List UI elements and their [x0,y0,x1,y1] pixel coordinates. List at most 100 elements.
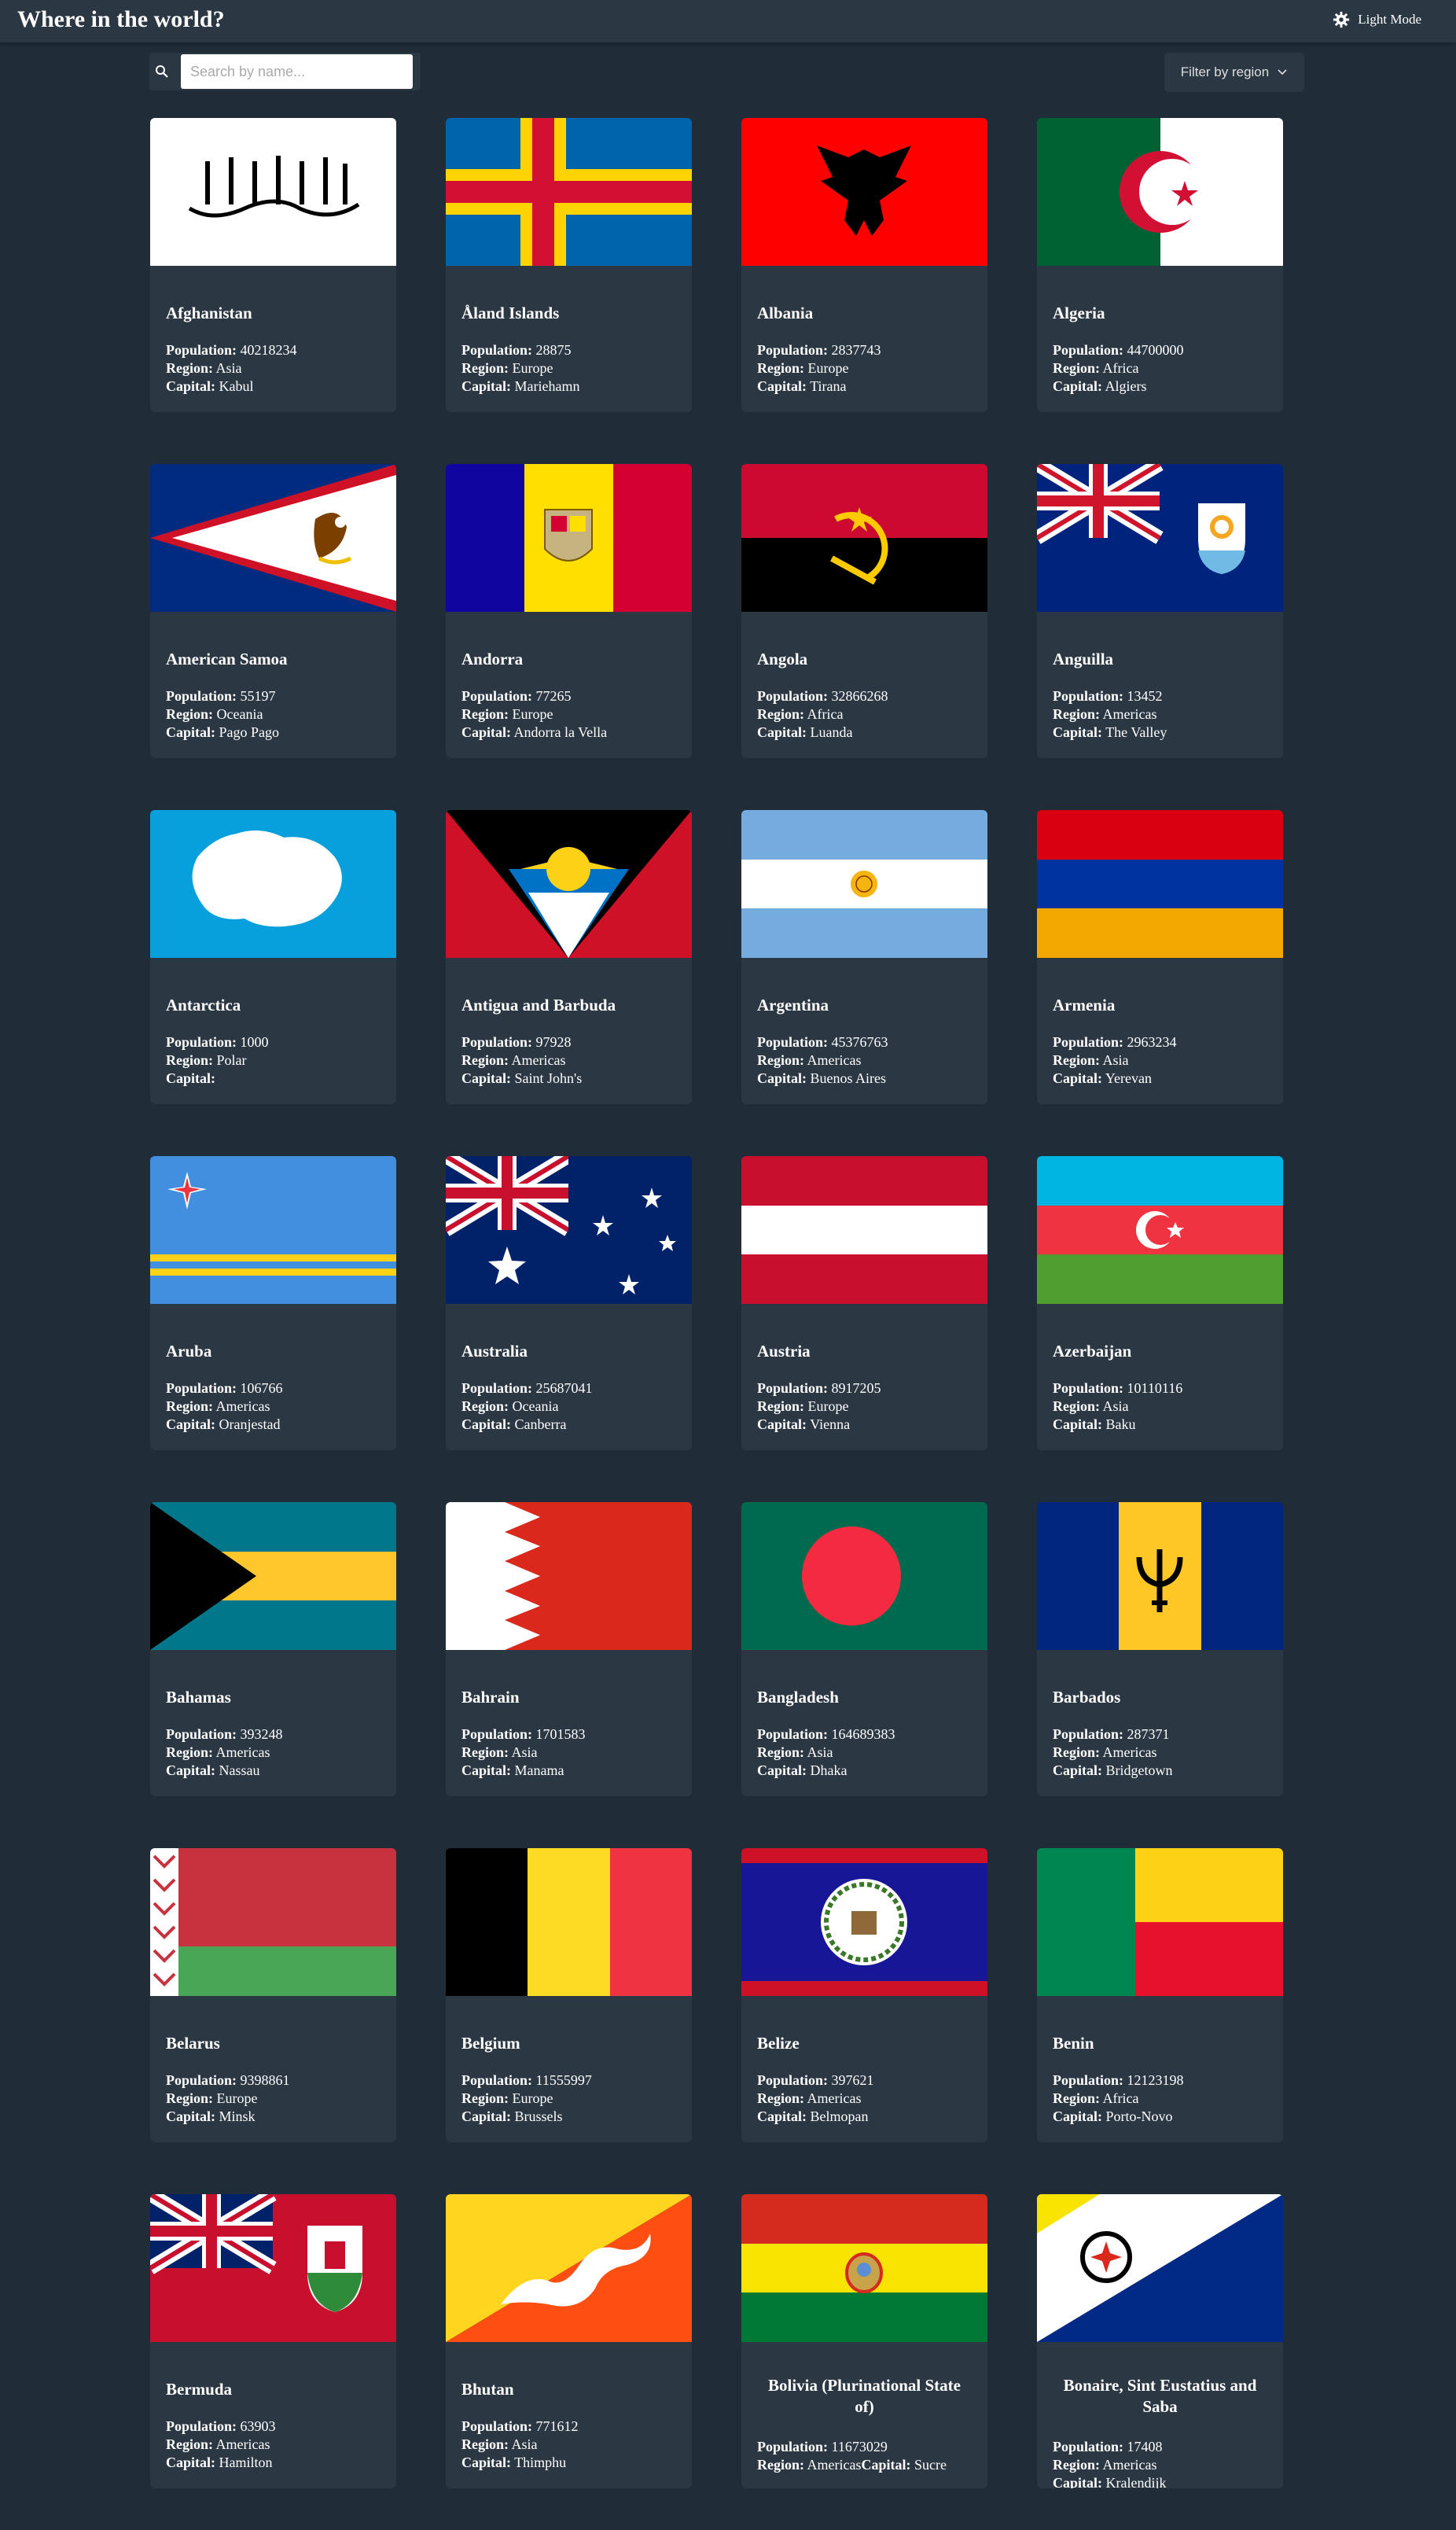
country-name: Aruba [166,1342,212,1361]
country-card[interactable]: Armenia Population: 2963234 Region: Asia… [1037,810,1283,1104]
country-card[interactable]: Andorra Population: 77265 Region: Europe… [446,464,692,758]
region-row: Region: Americas [166,1398,283,1416]
country-info: Population: 8917205 Region: Europe Capit… [757,1379,881,1434]
country-flag [446,1156,692,1304]
search-input[interactable] [181,54,413,89]
population-value: 44700000 [1127,342,1184,358]
population-value: 2837743 [831,342,881,358]
capital-value: Canberra [514,1416,567,1432]
gear-icon [1333,11,1350,28]
region-filter-label: Filter by region [1180,64,1270,79]
region-label: Region: [461,360,509,376]
country-card[interactable]: Aruba Population: 106766 Region: America… [150,1156,396,1450]
capital-label: Capital: [1053,2475,1102,2488]
country-name: Bahrain [461,1688,520,1707]
country-card[interactable]: Åland Islands Population: 28875 Region: … [446,118,692,412]
country-name: Åland Islands [461,304,560,322]
region-value: Europe [512,2090,553,2106]
population-label: Population: [1053,1034,1124,1050]
country-info: Population: 164689383 Region: Asia Capit… [757,1725,895,1780]
country-name: Antigua and Barbuda [461,996,616,1015]
region-filter-dropdown[interactable]: Filter by region [1164,53,1304,92]
country-card[interactable]: Bahrain Population: 1701583 Region: Asia… [446,1502,692,1796]
country-card[interactable]: Bahamas Population: 393248 Region: Ameri… [150,1502,396,1796]
country-card[interactable]: Bermuda Population: 63903 Region: Americ… [150,2194,396,2488]
country-card[interactable]: Australia Population: 25687041 Region: O… [446,1156,692,1450]
population-row: Population: 164689383 [757,1725,895,1744]
capital-row: Capital: Andorra la Vella [461,724,607,742]
country-card[interactable]: Belize Population: 397621 Region: Americ… [741,1848,987,2142]
country-flag [150,1848,396,1996]
region-label: Region: [461,2090,509,2106]
country-card[interactable]: Bonaire, Sint Eustatius and Saba Populat… [1037,2194,1283,2488]
search-icon[interactable] [154,64,170,79]
capital-row: Capital: Thimphu [461,2454,579,2472]
country-card[interactable]: Azerbaijan Population: 10110116 Region: … [1037,1156,1283,1450]
country-flag [741,810,987,958]
population-label: Population: [461,1034,533,1050]
country-card[interactable]: Afghanistan Population: 40218234 Region:… [150,118,396,412]
country-card[interactable]: Albania Population: 2837743 Region: Euro… [741,118,987,412]
region-value: Asia [215,360,242,376]
capital-row: Capital: Brussels [461,2108,592,2126]
region-value: Africa [1102,2090,1139,2106]
capital-label: Capital: [1053,1416,1102,1432]
country-card[interactable]: Austria Population: 8917205 Region: Euro… [741,1156,987,1450]
region-value: Americas [1102,1744,1157,1760]
population-row: Population: 17408 [1053,2438,1166,2456]
country-card[interactable]: Argentina Population: 45376763 Region: A… [741,810,987,1104]
capital-label: Capital: [1053,2108,1102,2124]
country-card[interactable]: Belarus Population: 9398861 Region: Euro… [150,1848,396,2142]
region-value: Americas [215,2436,270,2452]
region-label: Region: [461,1744,509,1760]
capital-value: Kabul [219,378,254,394]
region-row: Region: Asia [461,1744,586,1762]
country-card[interactable]: Antarctica Population: 1000 Region: Pola… [150,810,396,1104]
capital-row: Capital: Oranjestad [166,1416,283,1434]
country-flag [150,118,396,266]
region-label: Region: [757,360,804,376]
country-card[interactable]: Antigua and Barbuda Population: 97928 Re… [446,810,692,1104]
country-card[interactable]: Belgium Population: 11555997 Region: Eur… [446,1848,692,2142]
population-row: Population: 40218234 [166,341,297,359]
country-card[interactable]: Benin Population: 12123198 Region: Afric… [1037,1848,1283,2142]
region-label: Region: [1053,2090,1100,2106]
country-card[interactable]: Bangladesh Population: 164689383 Region:… [741,1502,987,1796]
capital-value: Porto-Novo [1105,2108,1173,2124]
country-card[interactable]: American Samoa Population: 55197 Region:… [150,464,396,758]
country-name: Barbados [1053,1688,1121,1707]
population-row: Population: 771612 [461,2418,579,2436]
theme-toggle-button[interactable]: Light Mode [1333,11,1421,28]
country-card[interactable]: Anguilla Population: 13452 Region: Ameri… [1037,464,1283,758]
capital-label: Capital: [757,724,807,740]
country-card[interactable]: Barbados Population: 287371 Region: Amer… [1037,1502,1283,1796]
region-value: Asia [511,1744,538,1760]
capital-label: Capital: [757,1416,807,1432]
region-label: Region: [1053,706,1100,722]
country-flag [150,1502,396,1650]
region-value: Europe [807,1398,849,1414]
country-name: Afghanistan [166,304,252,322]
region-row: Region: Europe [757,1398,881,1416]
country-flag [741,464,987,612]
population-row: Population: 25687041 [461,1379,593,1398]
population-label: Population: [757,1380,829,1396]
country-name: Belarus [166,2034,220,2053]
country-info: Population: 44700000 Region: Africa Capi… [1053,341,1184,396]
region-label: Region: [461,2436,509,2452]
country-flag [150,1156,396,1304]
country-card[interactable]: Angola Population: 32866268 Region: Afri… [741,464,987,758]
country-info: Population: 2837743 Region: Europe Capit… [757,341,881,396]
search-bar [149,53,421,90]
country-card[interactable]: Bolivia (Plurinational State of) Populat… [741,2194,987,2488]
population-row: Population: 45376763 [757,1033,888,1051]
capital-label: Capital: [461,1416,511,1432]
capital-row: Capital: Yerevan [1053,1070,1177,1088]
country-card[interactable]: Algeria Population: 44700000 Region: Afr… [1037,118,1283,412]
population-label: Population: [1053,1380,1124,1396]
country-card[interactable]: Bhutan Population: 771612 Region: Asia C… [446,2194,692,2488]
capital-value: Nassau [219,1762,260,1778]
capital-label: Capital: [166,1416,215,1432]
region-row: Region: Americas [461,1051,582,1070]
country-flag [150,2194,396,2342]
